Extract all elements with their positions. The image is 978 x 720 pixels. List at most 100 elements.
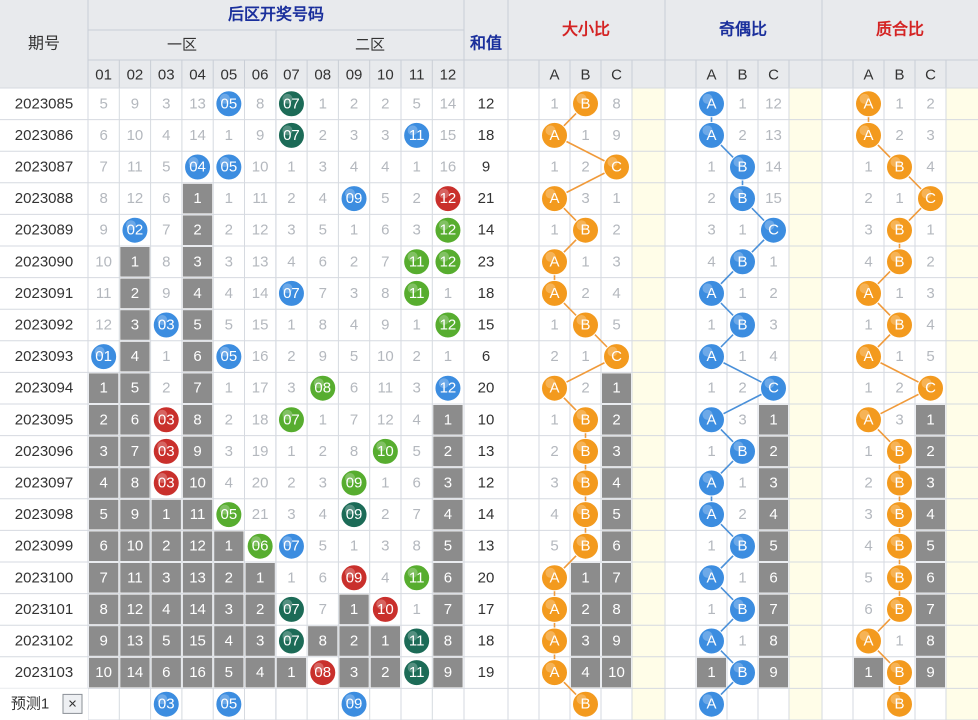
miss-count: 3 (381, 538, 389, 555)
ratio-miss: 2 (895, 127, 903, 144)
period-2023102: 2023102 (15, 633, 73, 650)
miss-cell-label: 1 (193, 190, 201, 207)
ratio-gray-label: 1 (612, 380, 620, 397)
period-2023088: 2023088 (15, 190, 73, 207)
ratio-gray-label: 4 (612, 475, 620, 492)
ratio-gray-label: 6 (769, 569, 777, 586)
miss-count: 3 (381, 127, 389, 144)
ratio-gray-label: 5 (769, 538, 777, 555)
miss-cell-label: 3 (444, 475, 452, 492)
miss-cell-label: 6 (131, 411, 139, 428)
period-header: 期号 (28, 35, 60, 53)
miss-count: 4 (350, 159, 358, 176)
predict-ball-09-label: 09 (346, 696, 363, 713)
miss-cell-label: 1 (131, 253, 139, 270)
ratio-miss: 3 (707, 222, 715, 239)
sum-value: 13 (478, 538, 495, 555)
miss-count: 10 (95, 253, 112, 270)
miss-cell-label: 8 (99, 601, 107, 618)
miss-count: 2 (287, 348, 295, 365)
odd-even-ball-label: A (706, 475, 716, 492)
period-2023085: 2023085 (15, 95, 73, 112)
ball-12-label: 12 (440, 222, 457, 239)
miss-count: 2 (412, 190, 420, 207)
miss-cell-label: 8 (193, 411, 201, 428)
miss-count: 6 (99, 127, 107, 144)
miss-cell-label: 6 (99, 538, 107, 555)
miss-cell-label: 12 (189, 538, 206, 555)
miss-cell-label: 9 (99, 633, 107, 650)
num-col-11: 11 (409, 67, 425, 84)
miss-count: 4 (162, 127, 170, 144)
miss-count: 5 (350, 348, 358, 365)
num-col-08: 08 (314, 67, 331, 84)
size-ball-label: B (580, 411, 590, 428)
ball-12-label: 12 (440, 253, 457, 270)
ratio-gray-label: 5 (926, 538, 934, 555)
prime-ball-label: A (863, 411, 873, 428)
miss-count: 1 (287, 317, 295, 334)
prime-ball-label: B (894, 569, 904, 586)
ratio-miss: 4 (550, 506, 558, 523)
size-ball-label: A (549, 253, 559, 270)
ratio-miss: 1 (707, 601, 715, 618)
odd-even-ball-label: A (706, 633, 716, 650)
miss-count: 9 (162, 285, 170, 302)
miss-count: 4 (381, 569, 389, 586)
ratio-gray-label: 3 (926, 475, 934, 492)
miss-count: 2 (225, 411, 233, 428)
sum-value: 17 (478, 601, 495, 618)
sum-value: 20 (478, 569, 495, 586)
ratio-miss: 1 (738, 633, 746, 650)
ratio-miss: 3 (864, 506, 872, 523)
miss-cell-label: 6 (444, 569, 452, 586)
period-2023087: 2023087 (15, 159, 73, 176)
size-ball-label: A (549, 380, 559, 397)
miss-cell-label: 10 (189, 475, 206, 492)
miss-cell-label: 8 (131, 475, 139, 492)
miss-count: 6 (319, 569, 327, 586)
trend-chart: 期号 后区开奖号码 一区 二区 和值 大小比 奇偶比 质合比 01 02 03 04 05 06 07 08 0… (0, 0, 978, 720)
miss-count: 10 (127, 127, 144, 144)
ratio-miss: 1 (895, 285, 903, 302)
ball-04-label: 04 (189, 159, 206, 176)
ratio-miss: 2 (707, 190, 715, 207)
miss-cell-label: 3 (225, 601, 233, 618)
miss-count: 1 (225, 190, 233, 207)
miss-count: 7 (162, 222, 170, 239)
ball-11-label: 11 (409, 285, 425, 302)
period-2023093: 2023093 (15, 348, 73, 365)
miss-count: 10 (377, 348, 394, 365)
miss-cell-label: 1 (287, 664, 295, 681)
miss-cell-label: 8 (444, 633, 452, 650)
miss-count: 4 (287, 253, 295, 270)
miss-cell-label: 5 (131, 380, 139, 397)
ball-07-label: 07 (283, 95, 300, 112)
miss-count: 1 (444, 348, 452, 365)
ratio-gray-label: 4 (769, 506, 777, 523)
sum-value: 21 (478, 190, 495, 207)
ratio-miss: 12 (765, 95, 782, 112)
size-ball-label: A (549, 601, 559, 618)
miss-cell-label: 7 (99, 569, 107, 586)
size-ratio-header: 大小比 (562, 20, 610, 39)
ratio-miss: 1 (581, 253, 589, 270)
miss-cell-label: 2 (444, 443, 452, 460)
ratio-miss: 3 (926, 285, 934, 302)
miss-cell-label: 3 (131, 317, 139, 334)
ratio-miss: 4 (926, 159, 934, 176)
ratio-miss: 1 (581, 127, 589, 144)
ratio-miss: 2 (550, 443, 558, 460)
miss-cell-label: 9 (193, 443, 201, 460)
ratio-miss: 1 (581, 348, 589, 365)
prime-ball-label: B (894, 317, 904, 334)
ratio-gray-label: 8 (612, 601, 620, 618)
prime-ball-label: A (863, 348, 873, 365)
period-2023100: 2023100 (15, 569, 73, 586)
miss-cell-label: 14 (127, 664, 144, 681)
miss-count: 8 (412, 538, 420, 555)
ratio-miss: 8 (612, 95, 620, 112)
miss-count: 9 (256, 127, 264, 144)
odd-even-ball-label: A (706, 127, 716, 144)
ratio-miss: 1 (769, 253, 777, 270)
